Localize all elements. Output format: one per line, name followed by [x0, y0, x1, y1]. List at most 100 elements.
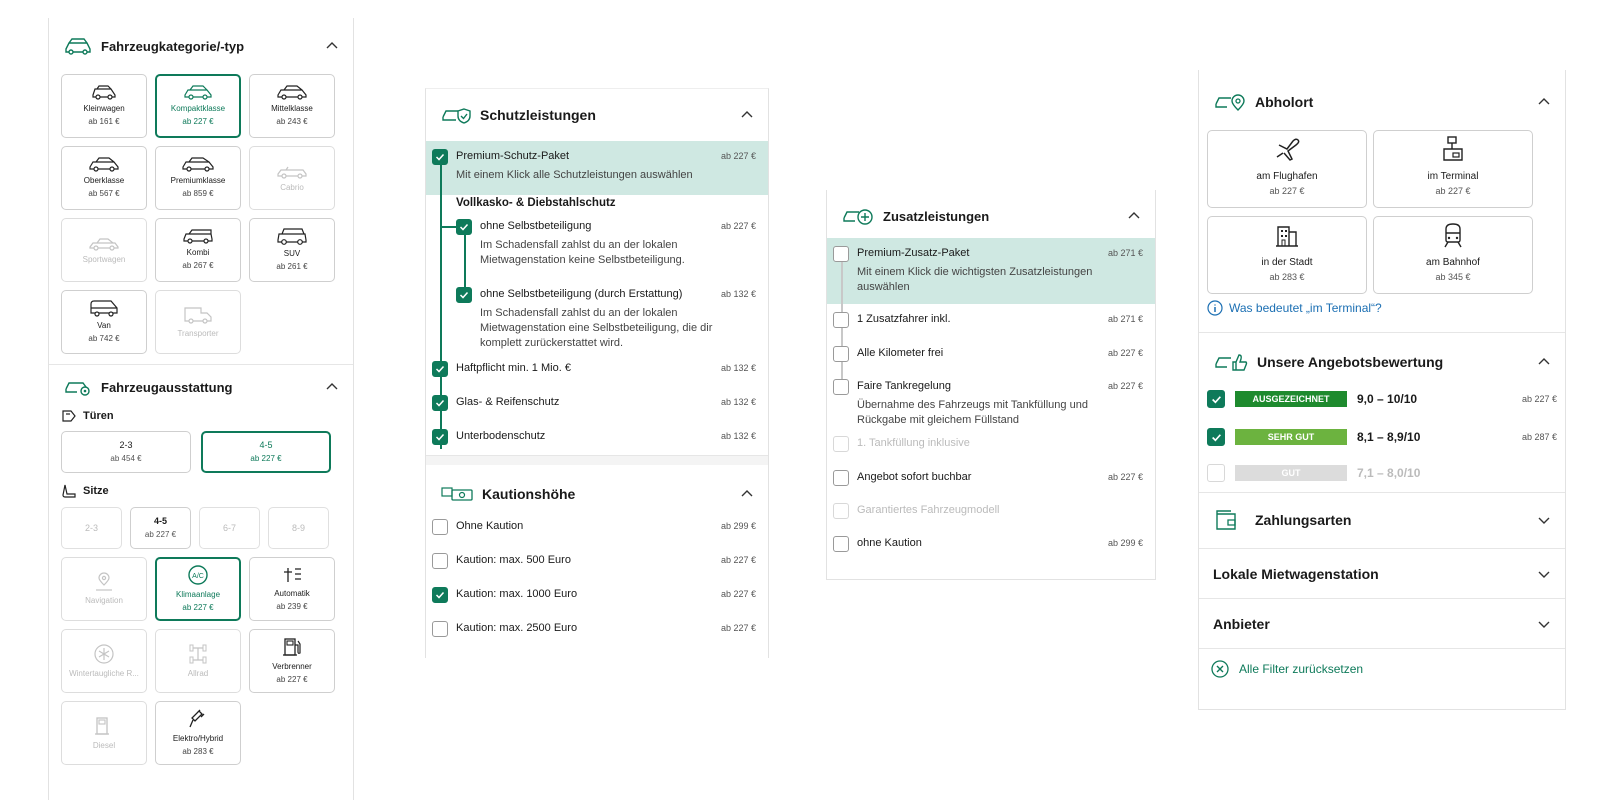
no-deductible-row[interactable]: ohne Selbstbeteiligung Im Schadensfall z… [456, 219, 685, 268]
chevron-down-icon[interactable] [1537, 513, 1551, 527]
chevron-up-icon[interactable] [1537, 95, 1551, 109]
tile-mittelklasse[interactable]: Mittelklasse ab 243 € [249, 74, 335, 138]
pickup-airport[interactable]: am Flughafen ab 227 € [1207, 130, 1367, 208]
tile-van[interactable]: Van ab 742 € [61, 290, 147, 354]
guaranteed-model-row[interactable]: Garantiertes Fahrzeugmodell [833, 503, 999, 519]
deposit-row-none[interactable]: Ohne Kaution [432, 519, 523, 535]
deposit-row-500[interactable]: Kaution: max. 500 Euro [432, 553, 571, 569]
chevron-up-icon[interactable] [1537, 355, 1551, 369]
tile-name: Wintertaugliche R... [69, 668, 139, 678]
checkbox-checked[interactable] [456, 287, 472, 303]
checkbox-unchecked[interactable] [833, 379, 849, 395]
tile-navigation[interactable]: Navigation [61, 557, 147, 621]
premium-protection-package-row[interactable]: Premium-Schutz-Paket Mit einem Klick alle… [432, 149, 693, 183]
seats-option-4-5[interactable]: 4-5 ab 227 € [130, 507, 191, 549]
chevron-up-icon[interactable] [740, 108, 754, 122]
tile-verbrenner[interactable]: Verbrenner ab 227 € [249, 629, 335, 693]
extras-section-header[interactable]: Zusatzleistungen [827, 190, 1155, 242]
checkbox-checked[interactable] [432, 429, 448, 445]
tile-suv[interactable]: SUV ab 261 € [249, 218, 335, 282]
tile-transporter[interactable]: Transporter [155, 290, 241, 354]
protection-section-header[interactable]: Schutzleistungen [426, 89, 768, 141]
chevron-up-icon[interactable] [740, 487, 754, 501]
tile-cabrio[interactable]: Cabrio [249, 146, 335, 210]
tile-oberklasse[interactable]: Oberklasse ab 567 € [61, 146, 147, 210]
seats-option-2-3[interactable]: 2-3 [61, 507, 122, 549]
checkbox-checked[interactable] [1207, 428, 1225, 446]
instant-booking-row[interactable]: Angebot sofort buchbar [833, 470, 971, 486]
tile-elektro-hybrid[interactable]: Elektro/Hybrid ab 283 € [155, 701, 241, 765]
tile-price: ab 161 € [88, 117, 120, 126]
tile-kombi[interactable]: Kombi ab 267 € [155, 218, 241, 282]
checkbox-checked[interactable] [432, 395, 448, 411]
rating-row-good[interactable]: GUT 7,1 – 8,0/10 [1207, 464, 1420, 482]
provider-section-header[interactable]: Anbieter [1199, 602, 1565, 646]
checkbox-unchecked[interactable] [432, 621, 448, 637]
payment-section-header[interactable]: Zahlungsarten [1199, 498, 1565, 542]
checkbox-disabled[interactable] [833, 503, 849, 519]
chevron-down-icon[interactable] [1537, 617, 1551, 631]
deposit-row-1000[interactable]: Kaution: max. 1000 Euro [432, 587, 577, 603]
tile-premiumklasse[interactable]: Premiumklasse ab 859 € [155, 146, 241, 210]
tile-allrad[interactable]: Allrad [155, 629, 241, 693]
checkbox-unchecked[interactable] [432, 553, 448, 569]
rating-row-excellent[interactable]: AUSGEZEICHNET 9,0 – 10/10 [1207, 390, 1417, 408]
checkbox-unchecked[interactable] [833, 346, 849, 362]
row-price: ab 132 € [720, 363, 756, 373]
premium-extras-package-row[interactable]: Premium-Zusatz-Paket Mit einem Klick die… [833, 246, 1092, 295]
location-name: am Bahnhof [1426, 257, 1480, 268]
pickup-city[interactable]: in der Stadt ab 283 € [1207, 216, 1367, 294]
chevron-up-icon[interactable] [1127, 209, 1141, 223]
station-section-header[interactable]: Lokale Mietwagenstation [1199, 552, 1565, 596]
no-deductible-refund-row[interactable]: ohne Selbstbeteiligung (durch Erstattung… [456, 287, 712, 351]
glass-tire-row[interactable]: Glas- & Reifenschutz [432, 395, 559, 411]
checkbox-unchecked[interactable] [833, 536, 849, 552]
doors-option-4-5[interactable]: 4-5 ab 227 € [201, 431, 331, 473]
rating-row-very-good[interactable]: SEHR GUT 8,1 – 8,9/10 [1207, 428, 1420, 446]
tile-automatik[interactable]: Automatik ab 239 € [249, 557, 335, 621]
checkbox-checked[interactable] [1207, 390, 1225, 408]
pickup-station[interactable]: am Bahnhof ab 345 € [1373, 216, 1533, 294]
checkbox-checked[interactable] [432, 149, 448, 165]
seats-option-6-7[interactable]: 6-7 [199, 507, 260, 549]
checkbox-unchecked[interactable] [833, 470, 849, 486]
extra-driver-row[interactable]: 1 Zusatzfahrer inkl. [833, 312, 951, 328]
unlimited-km-row[interactable]: Alle Kilometer frei [833, 346, 943, 362]
checkbox-unchecked[interactable] [833, 312, 849, 328]
chevron-up-icon[interactable] [325, 380, 339, 394]
no-deposit-row[interactable]: ohne Kaution [833, 536, 922, 552]
fair-fuel-row[interactable]: Faire Tankregelung Übernahme des Fahrzeu… [833, 379, 1088, 428]
category-section-header[interactable]: Fahrzeugkategorie/-typ [49, 18, 353, 74]
checkbox-checked[interactable] [432, 587, 448, 603]
row-label: Premium-Zusatz-Paket [857, 247, 970, 259]
checkbox-checked[interactable] [456, 219, 472, 235]
pickup-terminal[interactable]: im Terminal ab 227 € [1373, 130, 1533, 208]
chevron-down-icon[interactable] [1537, 567, 1551, 581]
pickup-section-header[interactable]: Abholort [1199, 82, 1565, 122]
checkbox-disabled[interactable] [1207, 464, 1225, 482]
tile-diesel[interactable]: Diesel [61, 701, 147, 765]
equipment-section-header[interactable]: Fahrzeugausstattung [49, 365, 353, 409]
tile-wintertaugliche[interactable]: Wintertaugliche R... [61, 629, 147, 693]
rating-section-header[interactable]: Unsere Angebotsbewertung [1199, 342, 1565, 382]
tile-kleinwagen[interactable]: Kleinwagen ab 161 € [61, 74, 147, 138]
chevron-up-icon[interactable] [325, 39, 339, 53]
upper-class-car-icon [89, 157, 119, 172]
terminal-info-link[interactable]: Was bedeutet „im Terminal“? [1207, 300, 1382, 316]
tile-klimaanlage[interactable]: A/C Klimaanlage ab 227 € [155, 557, 241, 621]
underbody-row[interactable]: Unterbodenschutz [432, 429, 545, 445]
first-fill-row[interactable]: 1. Tankfüllung inklusive [833, 436, 970, 452]
reset-filters-link[interactable]: Alle Filter zurücksetzen [1211, 660, 1363, 678]
checkbox-disabled[interactable] [833, 436, 849, 452]
tile-sportwagen[interactable]: Sportwagen [61, 218, 147, 282]
deposit-row-2500[interactable]: Kaution: max. 2500 Euro [432, 621, 577, 637]
doors-option-2-3[interactable]: 2-3 ab 454 € [61, 431, 191, 473]
seats-option-8-9[interactable]: 8-9 [268, 507, 329, 549]
liability-row[interactable]: Haftpflicht min. 1 Mio. € [432, 361, 571, 377]
checkbox-unchecked[interactable] [432, 519, 448, 535]
deposit-section-header[interactable]: Kautionshöhe [426, 469, 768, 519]
checkbox-checked[interactable] [432, 361, 448, 377]
checkbox-unchecked[interactable] [833, 246, 849, 262]
tile-kompaktklasse[interactable]: Kompaktklasse ab 227 € [155, 74, 241, 138]
checkmark-icon [459, 223, 469, 231]
